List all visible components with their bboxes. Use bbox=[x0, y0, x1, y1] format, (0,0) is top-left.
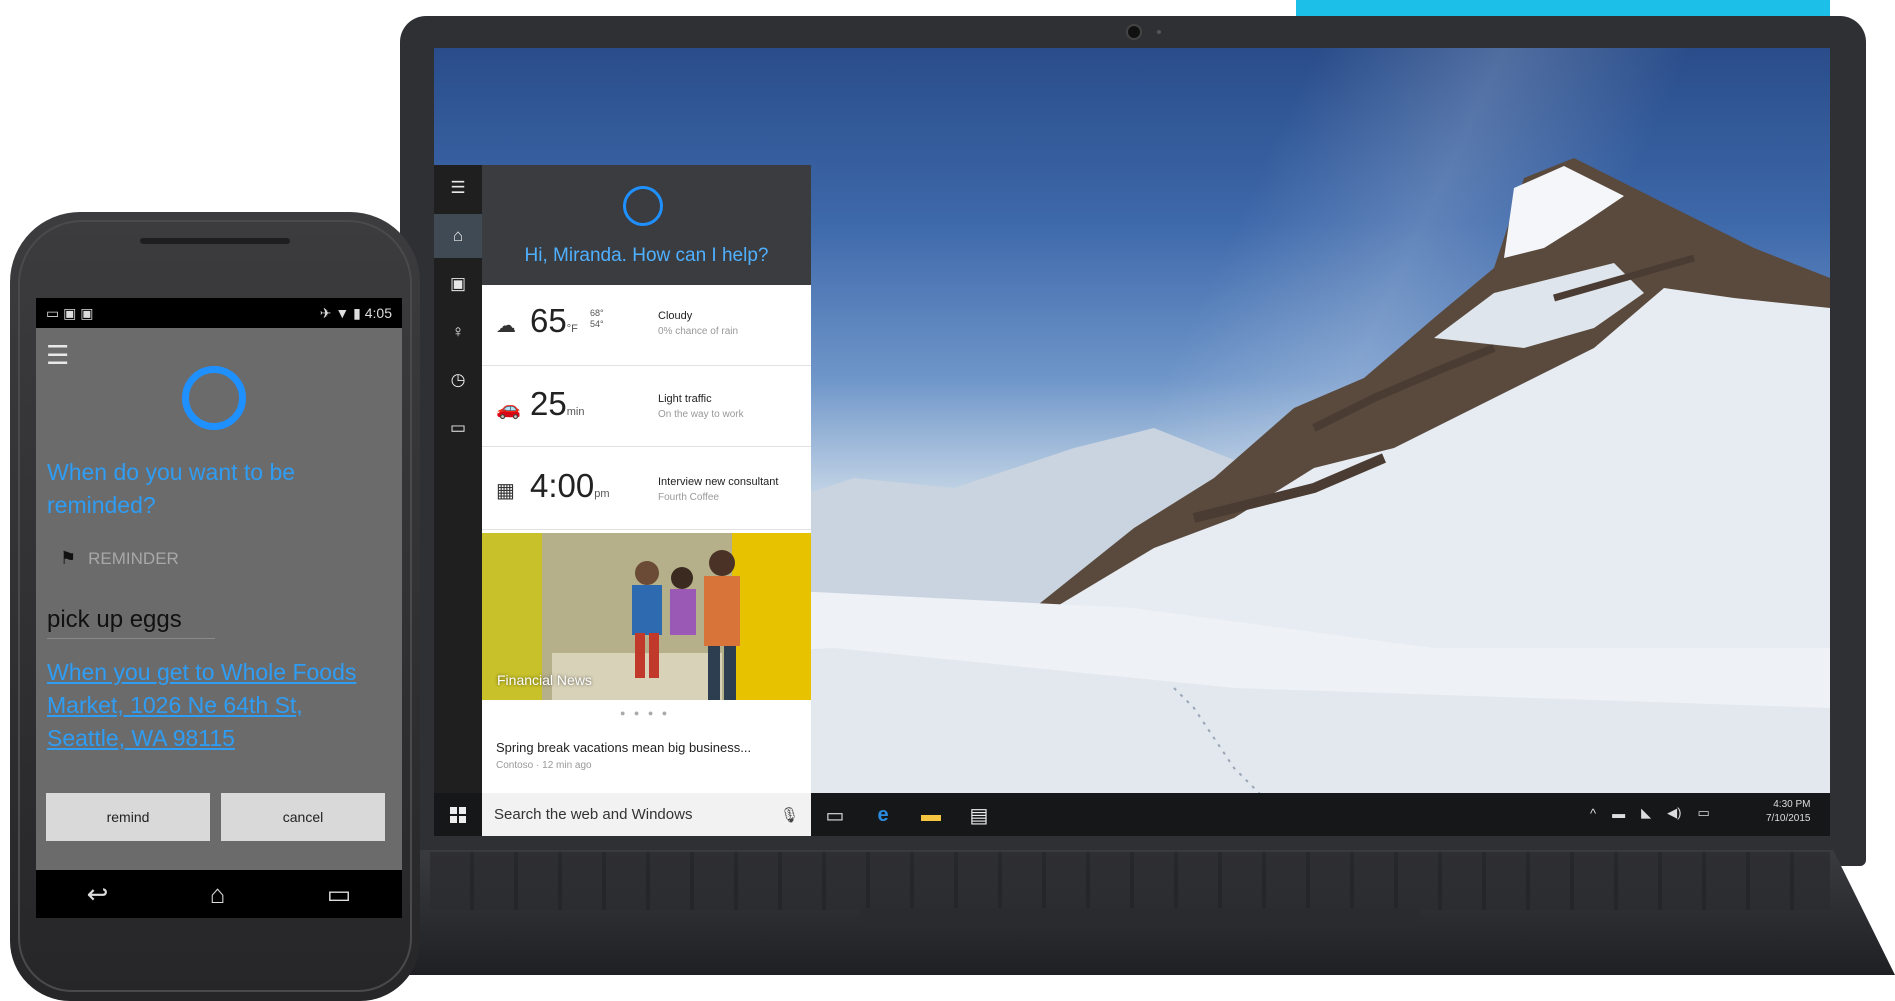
action-center-icon[interactable]: ▭ bbox=[1697, 805, 1709, 821]
reminder-label: REMINDER bbox=[88, 548, 179, 568]
edge-icon[interactable]: e bbox=[868, 800, 898, 830]
file-explorer-icon[interactable]: ▬ bbox=[916, 800, 946, 830]
home-icon[interactable]: ⌂ bbox=[434, 214, 482, 258]
system-tray: ^ ▬ ◣ ◀) ▭ bbox=[1590, 805, 1710, 821]
keyboard-keys bbox=[430, 852, 1830, 910]
cortana-logo bbox=[623, 186, 663, 226]
cancel-button[interactable]: cancel bbox=[221, 793, 385, 841]
news-title[interactable]: Spring break vacations mean big business… bbox=[496, 740, 751, 755]
reminder-task-field[interactable]: pick up eggs bbox=[47, 606, 215, 639]
volume-icon[interactable]: ◀) bbox=[1667, 805, 1681, 821]
carousel-dots[interactable]: ● ● ● ● bbox=[620, 708, 670, 718]
phone-status-bar: ▭ ▣ ▣ ✈ ▼ ▮ 4:05 bbox=[36, 298, 402, 328]
cloud-icon: ☁ bbox=[496, 315, 516, 337]
lightbulb-icon[interactable]: ♀ bbox=[434, 310, 482, 354]
taskbar-search[interactable]: Search the web and Windows 🎙 bbox=[482, 793, 811, 836]
phone-speaker bbox=[140, 238, 290, 244]
webcam-led bbox=[1157, 30, 1161, 34]
weather-range: 68° 54° bbox=[590, 308, 604, 329]
calendar-title: Interview new consultant bbox=[658, 476, 779, 488]
chevron-up-icon[interactable]: ^ bbox=[1590, 806, 1596, 821]
remind-button[interactable]: remind bbox=[46, 793, 210, 841]
cortana-logo bbox=[182, 366, 246, 430]
calendar-icon: ▦ bbox=[496, 480, 515, 502]
search-placeholder: Search the web and Windows bbox=[494, 806, 693, 823]
status-time: 4:05 bbox=[364, 304, 392, 321]
traffic-title: Light traffic bbox=[658, 393, 712, 405]
car-icon: 🚗 bbox=[496, 398, 521, 420]
reminder-header: ⚑ REMINDER bbox=[60, 548, 179, 569]
cortana-rail bbox=[434, 165, 482, 793]
reminder-question: When do you want to be reminded? bbox=[47, 459, 296, 518]
calendar-time: 4:00pm bbox=[530, 467, 610, 504]
home-icon[interactable]: ⌂ bbox=[210, 879, 226, 910]
store-icon[interactable]: ▤ bbox=[964, 800, 994, 830]
network-icon[interactable]: ◣ bbox=[1641, 805, 1651, 821]
clock-time: 4:30 PM bbox=[1773, 799, 1811, 810]
calendar-subtitle: Fourth Coffee bbox=[658, 492, 719, 503]
recent-apps-icon[interactable]: ▭ bbox=[327, 879, 352, 910]
reminder-location-link[interactable]: When you get to Whole Foods Market, 1026… bbox=[47, 656, 377, 755]
history-icon[interactable]: ◷ bbox=[434, 358, 482, 402]
hamburger-icon[interactable]: ☰ bbox=[434, 166, 482, 210]
flag-icon: ⚑ bbox=[60, 548, 77, 568]
task-view-icon[interactable]: ▭ bbox=[820, 800, 850, 830]
notebook-icon[interactable]: ▣ bbox=[434, 262, 482, 306]
battery-icon[interactable]: ▬ bbox=[1612, 806, 1625, 821]
weather-title: Cloudy bbox=[658, 310, 693, 322]
weather-temp: 65°F bbox=[530, 302, 578, 339]
traffic-subtitle: On the way to work bbox=[658, 409, 744, 420]
weather-subtitle: 0% chance of rain bbox=[658, 326, 739, 337]
traffic-time: 25min bbox=[530, 385, 585, 422]
news-image-label: Financial News bbox=[497, 672, 592, 688]
phone-nav-bar: ↩ ⌂ ▭ bbox=[36, 870, 402, 918]
windows-logo-icon bbox=[450, 806, 466, 823]
news-source: Contoso · 12 min ago bbox=[496, 760, 592, 771]
trackpad bbox=[860, 908, 1420, 928]
microphone-icon[interactable]: 🎙 bbox=[780, 806, 799, 824]
webcam bbox=[1126, 24, 1142, 40]
feedback-icon[interactable]: ▭ bbox=[434, 406, 482, 450]
cortana-greeting: Hi, Miranda. How can I help? bbox=[524, 245, 769, 266]
notification-icons: ▭ ▣ ▣ bbox=[46, 304, 94, 321]
back-icon[interactable]: ↩ bbox=[87, 879, 109, 910]
start-button[interactable] bbox=[434, 793, 482, 836]
hamburger-icon[interactable]: ☰ bbox=[46, 340, 69, 371]
status-right: ✈ ▼ ▮ 4:05 bbox=[319, 304, 392, 321]
taskbar-clock[interactable]: 4:30 PM 7/10/2015 bbox=[1766, 798, 1811, 826]
clock-date: 7/10/2015 bbox=[1766, 813, 1811, 824]
